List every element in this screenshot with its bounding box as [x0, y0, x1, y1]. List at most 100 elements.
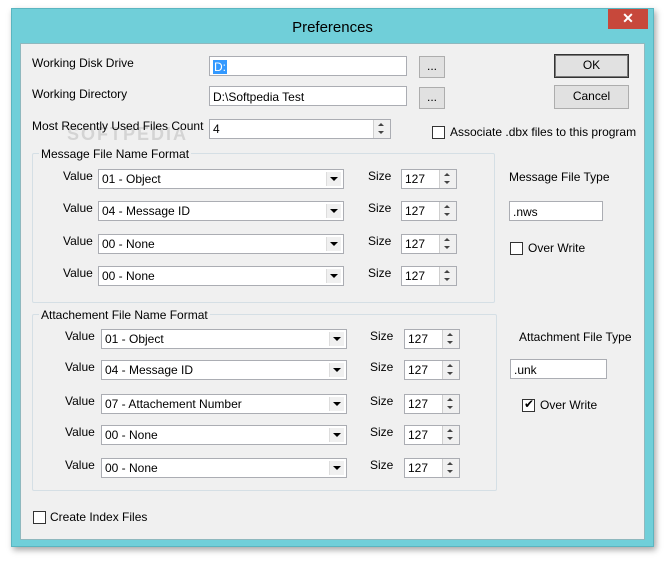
attachment-value-select[interactable]: 00 - None	[101, 458, 347, 478]
attachment-value-label: Value	[65, 458, 95, 472]
working-disk-drive-input[interactable]: D:	[209, 56, 407, 76]
working-disk-drive-label: Working Disk Drive	[32, 56, 134, 70]
spinner-arrows[interactable]	[442, 330, 459, 348]
checkmark-icon: ✔	[524, 397, 535, 411]
message-value-text: 00 - None	[102, 269, 155, 283]
spin-up-icon[interactable]	[447, 398, 453, 401]
spin-down-icon[interactable]	[378, 131, 384, 134]
working-disk-drive-value: D:	[213, 60, 227, 74]
attachment-size-spinner[interactable]: 127	[404, 458, 460, 478]
spin-up-icon[interactable]	[447, 462, 453, 465]
attachment-value-label: Value	[65, 425, 95, 439]
chevron-down-icon[interactable]	[326, 269, 341, 283]
attachment-value-text: 04 - Message ID	[105, 363, 194, 377]
chevron-down-icon[interactable]	[329, 428, 344, 442]
create-index-checkbox[interactable]	[33, 511, 46, 524]
message-size-spinner[interactable]: 127	[401, 266, 457, 286]
spinner-arrows[interactable]	[373, 120, 390, 138]
message-size-value: 127	[405, 204, 426, 218]
spin-down-icon[interactable]	[444, 246, 450, 249]
mru-count-spinner[interactable]: 4	[209, 119, 391, 139]
chevron-down-icon[interactable]	[326, 172, 341, 186]
chevron-down-icon[interactable]	[329, 397, 344, 411]
spin-up-icon[interactable]	[444, 205, 450, 208]
chevron-down-icon[interactable]	[329, 461, 344, 475]
spin-down-icon[interactable]	[447, 372, 453, 375]
browse-drive-button[interactable]: ...	[419, 56, 445, 78]
spinner-arrows[interactable]	[442, 426, 459, 444]
spin-up-icon[interactable]	[378, 123, 384, 126]
associate-dbx-checkbox[interactable]	[432, 126, 445, 139]
message-value-select[interactable]: 00 - None	[98, 234, 344, 254]
attachment-value-select[interactable]: 00 - None	[101, 425, 347, 445]
attachment-value-label: Value	[65, 329, 95, 343]
cancel-button[interactable]: Cancel	[554, 85, 629, 109]
spin-up-icon[interactable]	[447, 333, 453, 336]
attachment-size-spinner[interactable]: 127	[404, 329, 460, 349]
attachment-value-select[interactable]: 04 - Message ID	[101, 360, 347, 380]
spinner-arrows[interactable]	[442, 361, 459, 379]
message-format-title: Message File Name Format	[39, 147, 192, 161]
attachment-size-value: 127	[408, 461, 429, 475]
spin-down-icon[interactable]	[444, 181, 450, 184]
attachment-value-text: 07 - Attachement Number	[105, 397, 242, 411]
attachment-format-title: Attachement File Name Format	[39, 308, 210, 322]
message-size-label: Size	[368, 201, 392, 215]
message-value-label: Value	[63, 201, 93, 215]
preferences-window: Preferences ✕ SOFTPEDIA Working Disk Dri…	[11, 8, 654, 547]
message-file-type-label: Message File Type	[509, 170, 610, 184]
message-file-type-input[interactable]: .nws	[509, 201, 603, 221]
working-directory-input[interactable]: D:\Softpedia Test	[209, 86, 407, 106]
dialog-client: SOFTPEDIA Working Disk Drive D: ... Work…	[20, 43, 645, 540]
message-size-value: 127	[405, 237, 426, 251]
attachment-value-select[interactable]: 01 - Object	[101, 329, 347, 349]
spin-down-icon[interactable]	[444, 278, 450, 281]
attachment-size-spinner[interactable]: 127	[404, 360, 460, 380]
message-size-spinner[interactable]: 127	[401, 201, 457, 221]
spin-up-icon[interactable]	[444, 238, 450, 241]
spin-down-icon[interactable]	[447, 406, 453, 409]
chevron-down-icon[interactable]	[326, 204, 341, 218]
chevron-down-icon[interactable]	[329, 332, 344, 346]
message-value-select[interactable]: 01 - Object	[98, 169, 344, 189]
attachment-file-type-label: Attachment File Type	[519, 330, 632, 344]
spinner-arrows[interactable]	[442, 395, 459, 413]
message-size-value: 127	[405, 172, 426, 186]
spinner-arrows[interactable]	[439, 235, 456, 253]
message-size-label: Size	[368, 266, 392, 280]
attachment-overwrite-checkbox[interactable]: ✔	[522, 397, 535, 412]
attachment-value-label: Value	[65, 360, 95, 374]
spin-up-icon[interactable]	[447, 429, 453, 432]
spin-down-icon[interactable]	[447, 437, 453, 440]
spin-up-icon[interactable]	[447, 364, 453, 367]
attachment-size-spinner[interactable]: 127	[404, 394, 460, 414]
chevron-down-icon[interactable]	[326, 237, 341, 251]
message-value-text: 01 - Object	[102, 172, 161, 186]
browse-directory-button[interactable]: ...	[419, 87, 445, 109]
attachment-file-type-input[interactable]: .unk	[510, 359, 607, 379]
spin-up-icon[interactable]	[444, 270, 450, 273]
spinner-arrows[interactable]	[439, 202, 456, 220]
chevron-down-icon[interactable]	[329, 363, 344, 377]
message-overwrite-checkbox[interactable]	[510, 242, 523, 255]
mru-count-value: 4	[213, 122, 220, 136]
associate-dbx-label: Associate .dbx files to this program	[450, 125, 637, 139]
message-size-spinner[interactable]: 127	[401, 234, 457, 254]
spin-down-icon[interactable]	[447, 470, 453, 473]
message-value-label: Value	[63, 169, 93, 183]
spinner-arrows[interactable]	[439, 267, 456, 285]
attachment-value-select[interactable]: 07 - Attachement Number	[101, 394, 347, 414]
message-value-select[interactable]: 04 - Message ID	[98, 201, 344, 221]
spin-down-icon[interactable]	[447, 341, 453, 344]
attachment-size-value: 127	[408, 332, 429, 346]
spin-down-icon[interactable]	[444, 213, 450, 216]
spinner-arrows[interactable]	[442, 459, 459, 477]
close-button[interactable]: ✕	[608, 9, 648, 29]
message-size-spinner[interactable]: 127	[401, 169, 457, 189]
ok-button[interactable]: OK	[554, 54, 629, 78]
attachment-size-spinner[interactable]: 127	[404, 425, 460, 445]
spinner-arrows[interactable]	[439, 170, 456, 188]
spin-up-icon[interactable]	[444, 173, 450, 176]
close-icon[interactable]: ✕	[622, 10, 634, 26]
message-value-select[interactable]: 00 - None	[98, 266, 344, 286]
